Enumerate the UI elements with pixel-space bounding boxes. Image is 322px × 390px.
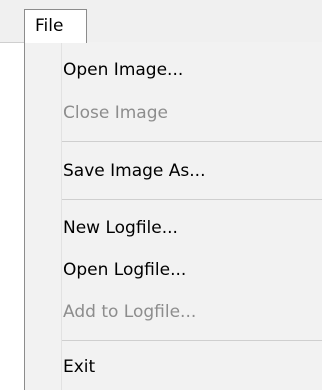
menu-item-save-image-as[interactable]: Save Image As... [63,159,205,183]
menu-separator [62,199,322,200]
file-menu-button[interactable]: File [24,9,87,43]
menu-separator [62,340,322,341]
menu-item-close-image: Close Image [63,103,168,123]
menu-item-add-to-logfile: Add to Logfile... [63,302,197,322]
menu-separator [62,141,322,142]
menu-icon-gutter [25,42,61,390]
menu-item-exit[interactable]: Exit [63,355,95,379]
menu-gutter-divider [61,42,62,390]
menu-item-open-image[interactable]: Open Image... [63,58,183,82]
menu-item-open-logfile[interactable]: Open Logfile... [63,258,186,282]
menu-item-new-logfile[interactable]: New Logfile... [63,216,178,240]
